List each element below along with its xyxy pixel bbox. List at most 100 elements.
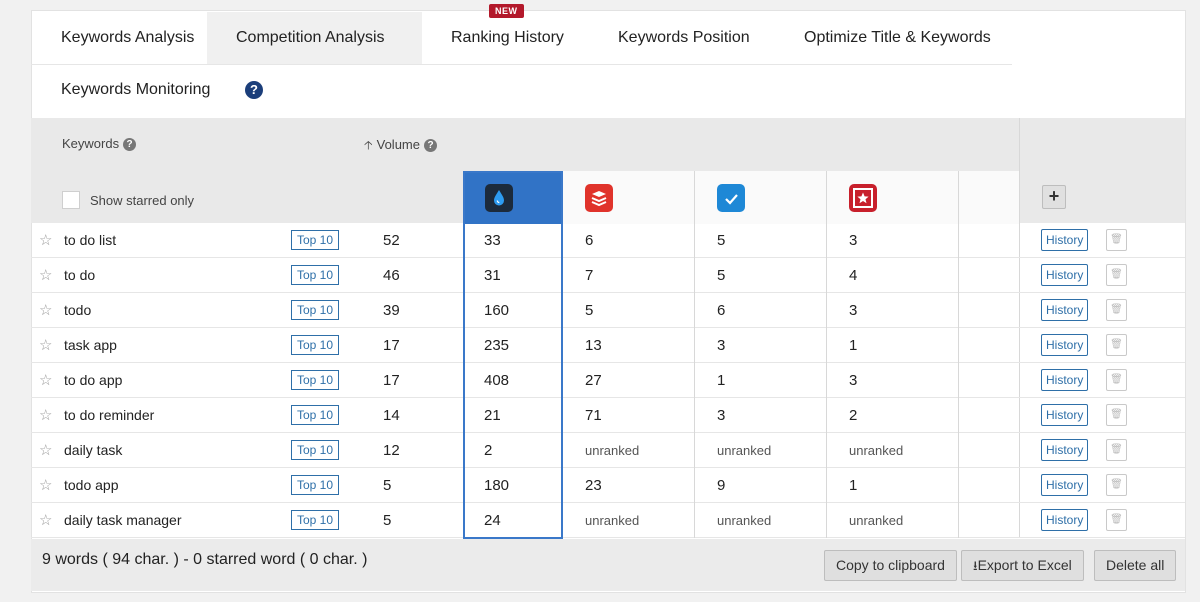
rank-value: 23 bbox=[585, 477, 602, 494]
history-button[interactable]: History bbox=[1041, 299, 1089, 321]
tab-optimize-title-keywords[interactable]: Optimize Title & Keywords bbox=[775, 12, 1020, 64]
star-icon[interactable]: ☆ bbox=[39, 398, 52, 433]
top10-button[interactable]: Top 10 bbox=[291, 510, 340, 530]
rank-value: 235 bbox=[484, 337, 510, 354]
tab-competition-analysis[interactable]: Competition Analysis? bbox=[207, 12, 422, 99]
trash-icon[interactable]: 🗑 bbox=[1106, 369, 1127, 391]
star-icon[interactable]: ☆ bbox=[39, 468, 52, 503]
trash-icon[interactable]: 🗑 bbox=[1106, 474, 1127, 496]
checkmark-app-icon[interactable] bbox=[717, 184, 745, 212]
keyword-text: daily task bbox=[64, 442, 123, 458]
tab-keywords-analysis[interactable]: Keywords Analysis bbox=[32, 12, 223, 64]
keywords-column-header[interactable]: Keywords? bbox=[62, 136, 137, 151]
star-icon[interactable]: ☆ bbox=[39, 433, 52, 468]
top10-button[interactable]: Top 10 bbox=[291, 440, 340, 460]
column-divider bbox=[826, 468, 827, 503]
tab-label: Keywords Analysis bbox=[61, 29, 195, 46]
water-drop-app-icon[interactable] bbox=[485, 184, 513, 212]
rank-value: 31 bbox=[484, 267, 501, 284]
top10-button[interactable]: Top 10 bbox=[291, 405, 340, 425]
history-button[interactable]: History bbox=[1041, 474, 1089, 496]
top10-button[interactable]: Top 10 bbox=[291, 265, 340, 285]
column-divider bbox=[826, 503, 827, 538]
help-icon[interactable]: ? bbox=[245, 80, 263, 99]
star-app-icon[interactable] bbox=[849, 184, 877, 212]
volume-column-header[interactable]: 🡡 Volume? bbox=[364, 136, 437, 157]
rank-value: 1 bbox=[849, 477, 858, 494]
trash-icon[interactable]: 🗑 bbox=[1106, 264, 1127, 286]
history-button[interactable]: History bbox=[1041, 509, 1089, 531]
column-divider bbox=[958, 363, 959, 398]
delete-all-button[interactable]: Delete all bbox=[1094, 550, 1177, 581]
rank-value: 13 bbox=[585, 337, 602, 354]
star-icon[interactable]: ☆ bbox=[39, 363, 52, 398]
table-row: ☆ daily task manager Top 10 5 24 unranked unra… bbox=[31, 503, 1185, 538]
table-row: ☆ task app Top 10 17 235 13 3 1 History 🗑 bbox=[31, 328, 1185, 363]
volume-value: 14 bbox=[383, 407, 400, 424]
rank-value: 5 bbox=[717, 267, 726, 284]
table-footer: 9 words ( 94 char. ) - 0 starred word ( … bbox=[31, 539, 1185, 591]
star-icon[interactable]: ☆ bbox=[39, 293, 52, 328]
volume-value: 52 bbox=[383, 232, 400, 249]
column-divider bbox=[826, 328, 827, 363]
help-icon[interactable]: ? bbox=[123, 138, 137, 151]
rank-value: 3 bbox=[717, 407, 726, 424]
tab-ranking-history[interactable]: Ranking History bbox=[422, 12, 593, 64]
volume-value: 12 bbox=[383, 442, 400, 459]
export-label: Export to Excel bbox=[977, 557, 1072, 573]
tab-keywords-position[interactable]: Keywords Position bbox=[589, 12, 779, 64]
trash-icon[interactable]: 🗑 bbox=[1106, 439, 1127, 461]
rank-value: 180 bbox=[484, 477, 510, 494]
copy-to-clipboard-button[interactable]: Copy to clipboard bbox=[824, 550, 957, 581]
top10-button[interactable]: Top 10 bbox=[291, 230, 340, 250]
star-icon[interactable]: ☆ bbox=[39, 328, 52, 363]
keyword-text: todo bbox=[64, 302, 92, 318]
trash-icon[interactable]: 🗑 bbox=[1106, 509, 1127, 531]
layers-app-icon[interactable] bbox=[585, 184, 613, 212]
top10-button[interactable]: Top 10 bbox=[291, 475, 340, 495]
add-competitor-button[interactable]: + bbox=[1042, 185, 1066, 209]
history-button[interactable]: History bbox=[1041, 264, 1089, 286]
rank-value: 3 bbox=[849, 232, 858, 249]
help-icon[interactable]: ? bbox=[424, 139, 437, 152]
top10-button[interactable]: Top 10 bbox=[291, 370, 340, 390]
history-button[interactable]: History bbox=[1041, 334, 1089, 356]
history-button[interactable]: History bbox=[1041, 439, 1089, 461]
trash-icon[interactable]: 🗑 bbox=[1106, 334, 1127, 356]
table-row: ☆ to do Top 10 46 31 7 5 4 History 🗑 bbox=[31, 258, 1185, 293]
column-divider bbox=[958, 468, 959, 503]
trash-icon[interactable]: 🗑 bbox=[1106, 404, 1127, 426]
column-divider bbox=[958, 258, 959, 293]
volume-value: 46 bbox=[383, 267, 400, 284]
show-starred-checkbox[interactable] bbox=[62, 191, 80, 209]
volume-value: 17 bbox=[383, 372, 400, 389]
volume-value: 5 bbox=[383, 477, 392, 494]
volume-value: 5 bbox=[383, 512, 392, 529]
column-divider bbox=[694, 433, 695, 468]
trash-icon[interactable]: 🗑 bbox=[1106, 229, 1127, 251]
rank-value: 21 bbox=[484, 407, 501, 424]
rank-value: unranked bbox=[717, 443, 772, 458]
export-to-excel-button[interactable]: ⭳Export to Excel bbox=[961, 550, 1084, 581]
rank-value: 9 bbox=[717, 477, 726, 494]
column-divider bbox=[694, 503, 695, 538]
history-button[interactable]: History bbox=[1041, 229, 1089, 251]
tab-keywords-monitoring[interactable]: Keywords Monitoring bbox=[32, 64, 239, 116]
rank-value: 1 bbox=[849, 337, 858, 354]
keyword-text: task app bbox=[64, 337, 117, 353]
trash-icon[interactable]: 🗑 bbox=[1106, 299, 1127, 321]
keywords-header-label: Keywords bbox=[62, 136, 120, 151]
star-icon[interactable]: ☆ bbox=[39, 503, 52, 538]
column-divider bbox=[694, 468, 695, 503]
top10-button[interactable]: Top 10 bbox=[291, 335, 340, 355]
history-button[interactable]: History bbox=[1041, 369, 1089, 391]
top10-button[interactable]: Top 10 bbox=[291, 300, 340, 320]
star-icon[interactable]: ☆ bbox=[39, 223, 52, 258]
star-icon[interactable]: ☆ bbox=[39, 258, 52, 293]
rank-value: 7 bbox=[585, 267, 594, 284]
tab-label: Optimize Title & Keywords bbox=[804, 29, 991, 46]
column-divider bbox=[958, 503, 959, 538]
rank-value: 6 bbox=[585, 232, 594, 249]
history-button[interactable]: History bbox=[1041, 404, 1089, 426]
rank-value: 3 bbox=[849, 372, 858, 389]
